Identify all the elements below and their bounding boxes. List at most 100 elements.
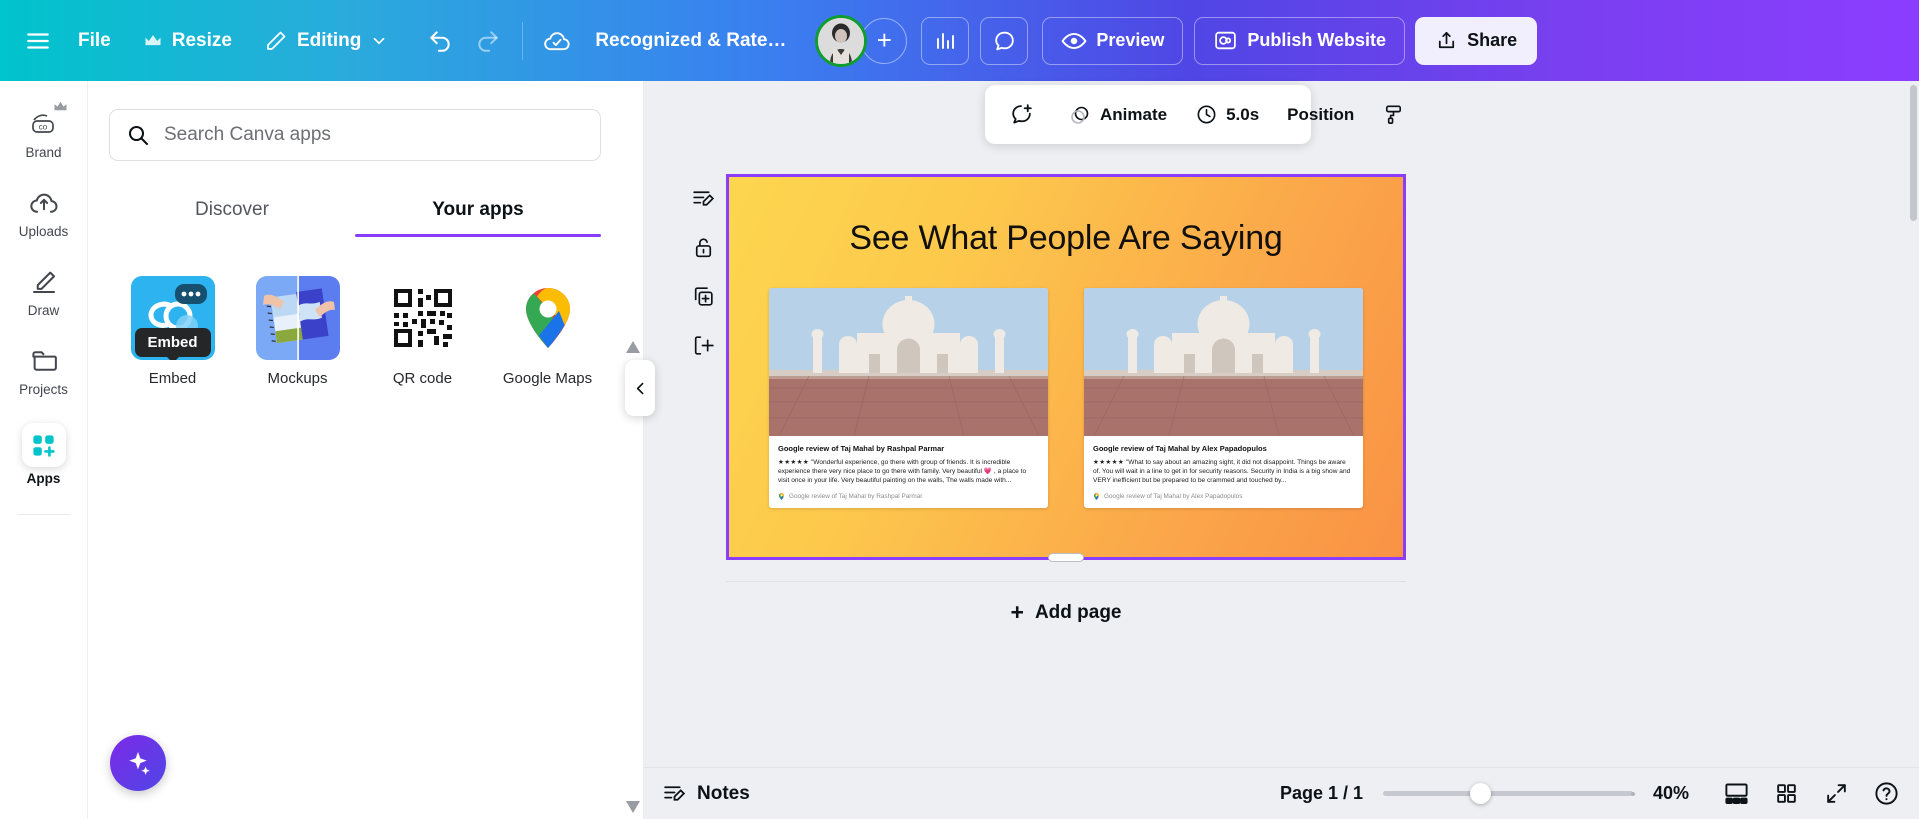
- tab-label: Discover: [195, 199, 269, 220]
- google-maps-pin-icon: [1094, 492, 1099, 500]
- google-maps-pin-icon: [779, 492, 784, 500]
- review-card[interactable]: Google review of Taj Mahal by Rashpal Pa…: [769, 288, 1048, 508]
- sidebar-item-projects[interactable]: Projects: [8, 336, 80, 403]
- publish-website-button[interactable]: Publish Website: [1194, 16, 1406, 65]
- lock-page-button[interactable]: [689, 233, 717, 261]
- resize-button[interactable]: Resize: [127, 17, 248, 65]
- sidebar-item-draw[interactable]: Draw: [8, 257, 80, 324]
- zoom-handle[interactable]: [1470, 783, 1491, 804]
- app-label: Google Maps: [502, 370, 593, 387]
- duplicate-page-button[interactable]: [689, 282, 717, 310]
- google-maps-app-icon: [505, 276, 590, 360]
- app-item-embed[interactable]: Embed Embed: [110, 276, 235, 389]
- brand-icon: co: [31, 114, 54, 133]
- magic-studio-button[interactable]: [110, 735, 166, 791]
- svg-text:co: co: [38, 123, 47, 132]
- object-toolbar: Animate 5.0s Position: [985, 85, 1402, 144]
- expand-icon: [1826, 784, 1846, 803]
- file-menu-button[interactable]: File: [62, 17, 127, 65]
- add-page-side-button[interactable]: [689, 331, 717, 359]
- redo-icon: [478, 30, 499, 52]
- grid-view-icon: [1776, 784, 1796, 803]
- canvas-heading[interactable]: See What People Are Saying: [729, 219, 1403, 258]
- position-label: Position: [1287, 104, 1355, 124]
- notes-icon: [664, 786, 686, 801]
- duplicate-page-icon: [694, 286, 713, 306]
- editor-canvas-area: Animate 5.0s Position See What People Ar…: [644, 81, 1919, 819]
- resize-label: Resize: [171, 29, 232, 51]
- apps-panel: Search Canva apps Discover Your apps Emb…: [88, 81, 644, 819]
- review-text: ★★★★★ "What to say about an amazing sigh…: [1093, 458, 1354, 486]
- style-copy-button[interactable]: [1371, 94, 1416, 136]
- mockups-glyph: [255, 276, 340, 360]
- duration-label: 5.0s: [1226, 104, 1260, 124]
- tab-discover[interactable]: Discover: [109, 186, 355, 237]
- add-collaborator-button[interactable]: +: [861, 17, 908, 64]
- canvas-resize-handle[interactable]: [1048, 553, 1084, 562]
- bar-chart-icon: [937, 32, 955, 49]
- sparkle-icon: [129, 751, 150, 775]
- user-avatar-image: [815, 14, 868, 67]
- app-item-google-maps[interactable]: Google Maps: [485, 276, 610, 389]
- star-rating: ★★★★★: [778, 458, 810, 466]
- animate-button[interactable]: Animate: [1057, 94, 1178, 136]
- position-button[interactable]: Position: [1276, 94, 1365, 136]
- page-layout-button[interactable]: [1721, 779, 1751, 809]
- add-comment-button[interactable]: [998, 94, 1045, 136]
- bottom-bar: Notes Page 1 / 1 40%: [644, 767, 1919, 819]
- tab-your-apps[interactable]: Your apps: [355, 186, 601, 237]
- panel-scroll-up-button[interactable]: [626, 340, 640, 354]
- editing-mode-button[interactable]: Editing: [248, 17, 404, 65]
- review-quote: "Wonderful experience, go there with gro…: [778, 458, 1027, 485]
- hamburger-icon: [27, 32, 49, 49]
- pen-draw-icon: [32, 271, 55, 293]
- pencil-icon: [267, 31, 286, 50]
- sidebar-item-uploads[interactable]: Uploads: [8, 178, 80, 245]
- app-item-qr-code[interactable]: QR code: [360, 276, 485, 389]
- top-bar: File Resize Editing Recognized & Rated .…: [0, 0, 1919, 81]
- fullscreen-button[interactable]: [1821, 779, 1851, 809]
- search-icon: [128, 125, 149, 146]
- animate-label: Animate: [1100, 104, 1168, 124]
- insights-button[interactable]: [921, 16, 970, 65]
- help-button[interactable]: [1871, 779, 1901, 809]
- grid-view-button[interactable]: [1771, 779, 1801, 809]
- caret-down-icon: [626, 801, 640, 813]
- hamburger-menu-button[interactable]: [14, 17, 62, 65]
- notes-button[interactable]: Notes: [662, 781, 750, 806]
- collapse-panel-button[interactable]: [625, 360, 655, 416]
- avatar[interactable]: [815, 14, 868, 67]
- app-item-mockups[interactable]: Mockups: [235, 276, 360, 389]
- redo-button[interactable]: [464, 17, 512, 65]
- search-input[interactable]: Search Canva apps: [109, 109, 601, 161]
- vertical-scrollbar[interactable]: [1910, 85, 1917, 221]
- review-card[interactable]: Google review of Taj Mahal by Alex Papad…: [1084, 288, 1363, 508]
- clock-icon: [1197, 105, 1216, 124]
- app-grid: Embed Embed Mockups QR code Google Maps: [110, 276, 610, 389]
- duration-button[interactable]: 5.0s: [1184, 94, 1270, 136]
- page-notes-button[interactable]: [689, 184, 717, 212]
- saved-status-button[interactable]: [533, 17, 581, 65]
- sidebar-item-apps[interactable]: Apps: [8, 415, 80, 492]
- plus-icon: +: [1010, 599, 1024, 625]
- star-rating: ★★★★★: [1093, 458, 1125, 466]
- panel-scroll-down-button[interactable]: [626, 800, 640, 814]
- sidebar-item-brand[interactable]: co Brand: [8, 99, 80, 166]
- zoom-slider[interactable]: [1383, 783, 1635, 804]
- review-cards: Google review of Taj Mahal by Rashpal Pa…: [729, 288, 1403, 508]
- zoom-level: 40%: [1653, 783, 1690, 803]
- apps-icon-wrap: [21, 423, 66, 467]
- preview-button[interactable]: Preview: [1042, 16, 1184, 65]
- crown-icon: [145, 34, 161, 45]
- taj-mahal-image: [1084, 288, 1363, 436]
- share-button[interactable]: Share: [1415, 16, 1538, 65]
- add-page-button[interactable]: + Add page: [726, 581, 1406, 643]
- page-tools: [689, 184, 717, 359]
- document-title[interactable]: Recognized & Rated ...: [581, 30, 811, 52]
- app-label: QR code: [392, 370, 453, 387]
- tab-label: Your apps: [432, 199, 524, 220]
- undo-button[interactable]: [416, 17, 464, 65]
- design-canvas[interactable]: See What People Are Saying Google review…: [726, 174, 1406, 562]
- comments-button[interactable]: [980, 16, 1029, 65]
- crown-icon: [54, 101, 66, 111]
